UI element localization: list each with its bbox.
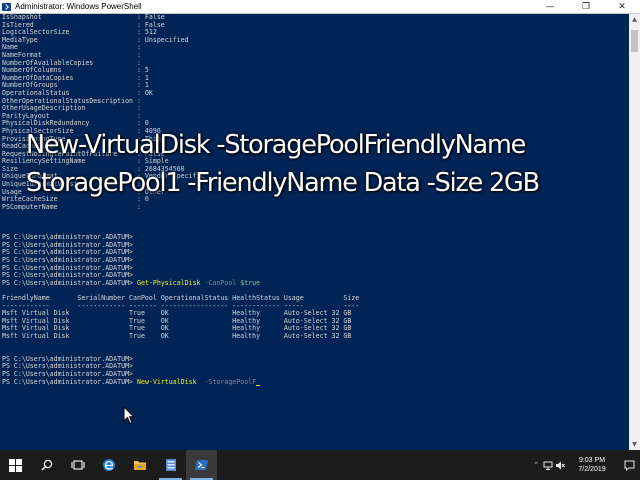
- cmdlet-name: New-VirtualDisk: [137, 377, 197, 386]
- system-clock[interactable]: 9:03 PM 7/2/2019: [566, 456, 618, 474]
- clock-time: 9:03 PM: [578, 457, 606, 464]
- search-button[interactable]: [31, 450, 62, 480]
- parameter-value: $true: [240, 278, 261, 287]
- command-line-new-virtualdisk[interactable]: PS C:\Users\administrator.ADATUM> New-Vi…: [2, 377, 629, 387]
- notification-icon: [624, 460, 634, 471]
- server-manager-icon: [165, 459, 176, 471]
- cmdlet-parameter: -StoragePoolF: [204, 377, 257, 386]
- windows-start-icon: [9, 458, 22, 472]
- powershell-icon: [194, 460, 208, 470]
- window-title: Administrator: Windows PowerShell: [15, 2, 142, 11]
- file-explorer-button[interactable]: [124, 450, 155, 480]
- task-view-icon: [70, 460, 85, 470]
- caption-line-2: StoragePool1 -FriendlyName Data -Size 2G…: [26, 168, 540, 198]
- table-row: Msft Virtual Disk True OK Healthy Auto-S…: [2, 331, 352, 340]
- cmdlet-parameter: -CanPool: [204, 278, 237, 287]
- text-cursor: [256, 385, 261, 387]
- network-icon[interactable]: [542, 450, 554, 480]
- maximize-button[interactable]: ❐: [568, 0, 604, 14]
- clock-date: 7/2/2019: [578, 466, 606, 473]
- start-button[interactable]: [0, 450, 31, 480]
- console-output[interactable]: IsSnapshot : False IsTiered : False Logi…: [0, 14, 629, 450]
- close-button[interactable]: ✕: [604, 0, 640, 14]
- speaker-icon: [556, 461, 565, 469]
- minimize-button[interactable]: —: [532, 0, 568, 14]
- command-caption-overlay: New-VirtualDisk -StoragePoolFriendlyName…: [26, 126, 616, 202]
- cmdlet-name: Get-PhysicalDisk: [137, 278, 201, 287]
- volume-icon[interactable]: [554, 450, 566, 480]
- scrollbar-thumb[interactable]: [631, 30, 638, 52]
- chevron-up-icon[interactable]: ⌃: [530, 450, 542, 480]
- vertical-scrollbar[interactable]: ▲ ▼: [629, 14, 640, 450]
- file-explorer-icon: [133, 461, 146, 470]
- system-tray: ⌃ 9:03 PM 7/2/2019: [530, 450, 640, 480]
- caption-line-1: New-VirtualDisk -StoragePoolFriendlyName: [26, 130, 526, 160]
- network-monitor-icon: [543, 461, 553, 470]
- task-view-button[interactable]: [62, 450, 93, 480]
- physical-disk-table: FriendlyName SerialNumber CanPool Operat…: [2, 294, 629, 341]
- edge-button[interactable]: [93, 450, 124, 480]
- prompt: PS C:\Users\administrator.ADATUM>: [2, 377, 134, 386]
- edge-icon: [102, 459, 115, 471]
- window-title-bar[interactable]: Administrator: Windows PowerShell — ❐ ✕: [0, 0, 640, 14]
- scroll-up-icon[interactable]: ▲: [629, 14, 640, 25]
- action-center-button[interactable]: [618, 450, 640, 480]
- taskbar: ⌃ 9:03 PM 7/2/2019: [0, 450, 640, 480]
- server-manager-button[interactable]: [155, 450, 186, 480]
- console-line: PSComputerName :: [2, 202, 141, 211]
- command-line-get-physicaldisk: PS C:\Users\administrator.ADATUM> Get-Ph…: [2, 278, 629, 288]
- powershell-icon: [2, 2, 11, 11]
- search-icon: [41, 459, 52, 471]
- powershell-taskbar-button[interactable]: [186, 450, 217, 480]
- mouse-pointer-icon: [123, 406, 135, 425]
- scroll-down-icon[interactable]: ▼: [629, 439, 640, 450]
- prompt: PS C:\Users\administrator.ADATUM>: [2, 278, 134, 287]
